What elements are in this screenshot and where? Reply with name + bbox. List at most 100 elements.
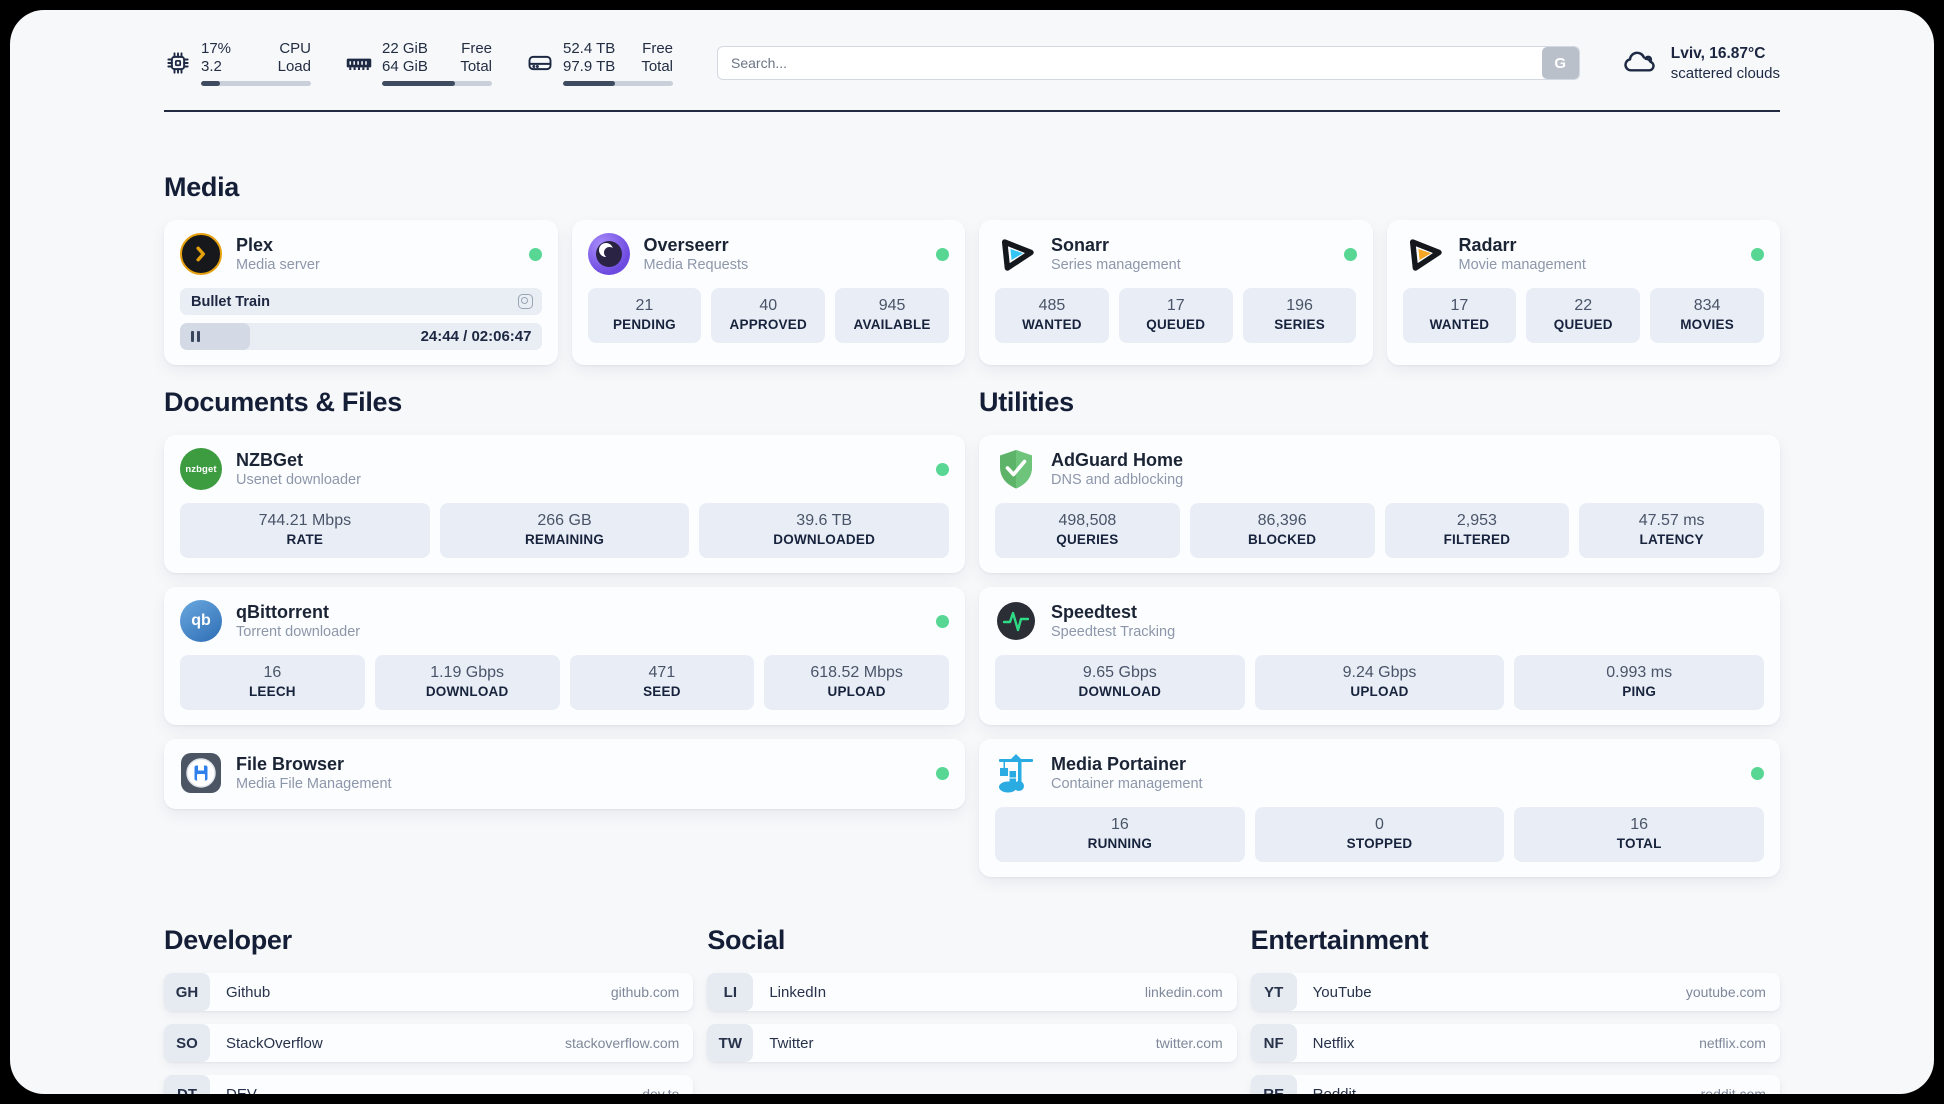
service-card-nzbget[interactable]: nzbget NZBGet Usenet downloader 744.21 M…	[164, 435, 965, 573]
weather-widget: Lviv, 16.87°C scattered clouds	[1620, 44, 1780, 83]
bookmark-abbr: YT	[1250, 973, 1297, 1011]
stat-pill: 485 WANTED	[995, 288, 1109, 343]
bookmark-youtube[interactable]: YT YouTube youtube.com	[1250, 973, 1780, 1011]
disk-total-label: Total	[641, 58, 673, 75]
section-title-developer: Developer	[164, 925, 292, 955]
qbittorrent-icon: qb	[180, 600, 222, 642]
service-card-speedtest[interactable]: Speedtest Speedtest Tracking 9.65 Gbps DO…	[979, 587, 1780, 725]
stat-pill: 86,396 BLOCKED	[1189, 503, 1375, 558]
stat-pill: 17 QUEUED	[1118, 288, 1233, 343]
search-input[interactable]	[717, 46, 1580, 80]
status-dot	[1751, 766, 1764, 780]
radarr-icon	[1403, 233, 1445, 275]
status-dot	[936, 614, 949, 628]
status-dot	[1343, 247, 1357, 261]
bookmark-netflix[interactable]: NF Netflix netflix.com	[1250, 1024, 1780, 1062]
stat-pill: 618.52 Mbps UPLOAD	[764, 655, 949, 710]
ram-icon	[346, 58, 372, 70]
disk-progress-bar	[563, 81, 673, 86]
stat-pill: 834 MOVIES	[1650, 288, 1764, 343]
bookmark-url: youtube.com	[1685, 984, 1766, 1000]
bookmark-github[interactable]: GH Github github.com	[164, 973, 694, 1011]
status-dot	[936, 247, 949, 261]
bookmark-linkedin[interactable]: LI LinkedIn linkedin.com	[707, 973, 1237, 1011]
bookmark-url: netflix.com	[1699, 1035, 1766, 1051]
service-name: qBittorrent	[236, 601, 329, 622]
playback-progress-fill	[180, 323, 251, 350]
stat-pill: 16 LEECH	[180, 655, 365, 710]
adguard-icon	[995, 448, 1037, 490]
service-card-radarr[interactable]: Radarr Movie management 17 WANTED 22 QUEUE…	[1386, 220, 1780, 365]
stat-pill: 39.6 TB DOWNLOADED	[699, 503, 950, 558]
service-name: Sonarr	[1051, 234, 1110, 255]
stat-pill: 0 STOPPED	[1254, 807, 1505, 862]
stat-pill: 21 PENDING	[587, 288, 702, 343]
ram-total-label: Total	[460, 58, 492, 75]
cpu-load-value: 3.2	[201, 58, 222, 75]
service-card-adguard[interactable]: AdGuard Home DNS and adblocking 498,508 Q…	[979, 435, 1780, 573]
screen: 17% 3.2 CPU Load 22 GiB 64 GiB Free Tota…	[0, 0, 1944, 1104]
bookmark-name: LinkedIn	[769, 983, 827, 1001]
now-playing-title: Bullet Train	[191, 293, 270, 310]
service-name: Media Portainer	[1051, 753, 1187, 774]
bookmark-twitter[interactable]: TW Twitter twitter.com	[707, 1024, 1237, 1062]
nzbget-icon: nzbget	[180, 448, 222, 490]
pause-icon[interactable]	[191, 331, 200, 342]
service-card-filebrowser[interactable]: File Browser Media File Management	[164, 739, 965, 809]
bookmark-dev[interactable]: DT DEV dev.to	[164, 1075, 694, 1095]
playback-progress-bar[interactable]: 24:44 / 02:06:47	[180, 323, 542, 350]
bookmark-name: StackOverflow	[226, 1034, 323, 1052]
stat-pill: 0.993 ms PING	[1514, 655, 1765, 710]
system-stats: 17% 3.2 CPU Load 22 GiB 64 GiB Free Tota…	[164, 40, 673, 86]
service-card-plex[interactable]: Plex Media server Bullet Train 24:44 / 0…	[164, 220, 558, 365]
service-card-qbittorrent[interactable]: qb qBittorrent Torrent downloader 16 LEEC…	[164, 587, 965, 725]
bookmark-url: stackoverflow.com	[564, 1035, 680, 1051]
stat-pill: 16 RUNNING	[995, 807, 1245, 862]
bookmark-group-developer: Developer GH Github github.com SO StackO…	[164, 877, 694, 1095]
service-desc: Movie management	[1458, 256, 1586, 273]
cpu-label: CPU	[279, 40, 311, 57]
bookmark-abbr: LI	[707, 973, 754, 1011]
overseerr-icon	[587, 233, 630, 275]
bookmark-reddit[interactable]: RE Reddit reddit.com	[1250, 1075, 1780, 1094]
bookmark-url: github.com	[610, 984, 680, 1000]
bookmark-group-entertainment: Entertainment YT YouTube youtube.com NF …	[1250, 877, 1780, 1094]
service-name: AdGuard Home	[1051, 449, 1184, 470]
search-bar: G	[717, 46, 1580, 80]
stat-pill: 498,508 QUERIES	[995, 503, 1180, 558]
service-card-portainer[interactable]: Media Portainer Container management 16 R…	[979, 739, 1780, 877]
bookmark-abbr: SO	[164, 1024, 210, 1062]
weather-condition: scattered clouds	[1670, 64, 1780, 82]
bookmark-url: dev.to	[642, 1086, 680, 1094]
bookmark-name: YouTube	[1312, 983, 1372, 1001]
disk-stat: 52.4 TB 97.9 TB Free Total	[526, 40, 673, 86]
header-divider	[164, 110, 1780, 112]
disk-total-value: 97.9 TB	[563, 58, 616, 75]
service-desc: Usenet downloader	[236, 471, 361, 488]
cpu-progress-fill	[201, 81, 220, 86]
bookmark-name: Netflix	[1312, 1034, 1355, 1052]
service-desc: DNS and adblocking	[1051, 471, 1184, 488]
service-card-sonarr[interactable]: Sonarr Series management 485 WANTED 17 QUE…	[979, 220, 1373, 365]
bookmark-abbr: DT	[164, 1075, 210, 1094]
portainer-icon	[995, 752, 1037, 794]
section-title-entertainment: Entertainment	[1250, 925, 1429, 955]
service-desc: Container management	[1051, 775, 1203, 792]
cpu-usage-value: 17%	[201, 40, 232, 57]
service-name: NZBGet	[236, 449, 303, 470]
service-card-overseerr[interactable]: Overseerr Media Requests 21 PENDING 40 APP…	[571, 220, 965, 365]
bookmark-stackoverflow[interactable]: SO StackOverflow stackoverflow.com	[164, 1024, 694, 1062]
status-dot	[936, 462, 949, 476]
now-playing-row: Bullet Train	[180, 288, 542, 315]
ram-total-value: 64 GiB	[382, 58, 428, 75]
status-dot	[1751, 247, 1764, 261]
stat-pill: 47.57 ms LATENCY	[1579, 503, 1764, 558]
stat-pill: 2,953 FILTERED	[1384, 503, 1570, 558]
bookmark-name: DEV	[226, 1085, 257, 1095]
stat-pill: 945 AVAILABLE	[835, 288, 949, 343]
section-title-utilities: Utilities	[979, 387, 1074, 417]
stat-pill: 196 SERIES	[1242, 288, 1357, 343]
bookmark-name: Twitter	[769, 1034, 814, 1052]
search-provider-button[interactable]: G	[1541, 47, 1579, 79]
stat-pill: 471 SEED	[569, 655, 755, 710]
